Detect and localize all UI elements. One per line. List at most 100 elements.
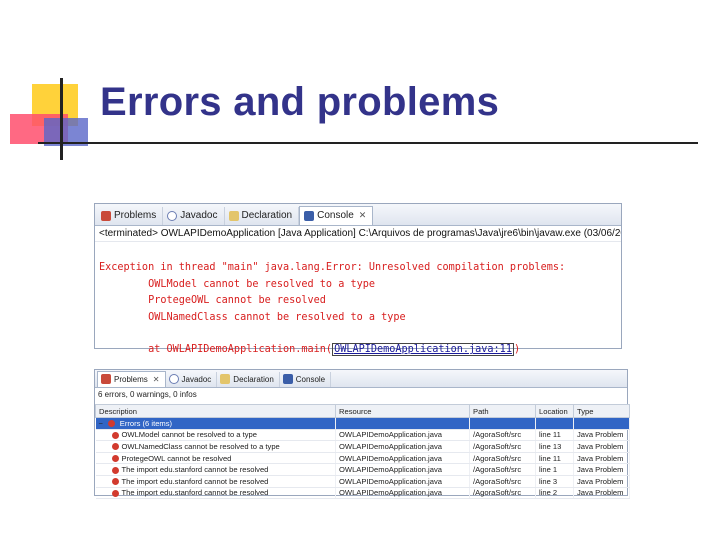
console-line: Exception in thread "main" java.lang.Err… [99, 262, 566, 274]
horizontal-rule [38, 142, 698, 144]
tab-label: Problems [114, 374, 148, 384]
console-line: at OWLAPIDemoApplication.main(OWLAPIDemo… [99, 342, 617, 358]
vertical-rule [60, 78, 63, 160]
table-cell: Java Problem [573, 463, 630, 476]
cell-text: OWLAPIDemoApplication.java [339, 476, 442, 486]
cell-text: Java Problem [577, 476, 624, 486]
table-cell: Java Problem [573, 475, 630, 488]
column-header-resource[interactable]: Resource [335, 404, 470, 418]
console-line: OWLNamedClass cannot be resolved to a ty… [99, 311, 406, 323]
cell-text: Java Problem [577, 488, 624, 498]
tab-declaration[interactable]: Declaration [217, 372, 280, 387]
tab-javadoc[interactable]: Javadoc [163, 207, 225, 225]
cell-text: /AgoraSoft/src [473, 453, 522, 463]
column-header-type[interactable]: Type [573, 404, 630, 418]
table-row[interactable]: The import edu.stanford cannot be resolv… [95, 463, 630, 476]
javadoc-icon [167, 210, 178, 221]
tab-label: Javadoc [180, 210, 218, 221]
problems-tabbar: Problems ✕ Javadoc Declaration Console [95, 370, 627, 388]
slide-title: Errors and problems [100, 80, 500, 124]
table-row[interactable]: OWLNamedClass cannot be resolved to a ty… [95, 440, 630, 453]
table-row[interactable]: ProtegeOWL cannot be resolved OWLAPIDemoA… [95, 452, 630, 465]
console-line: ProtegeOWL cannot be resolved [99, 295, 326, 307]
cell-text: ProtegeOWL cannot be resolved [121, 453, 232, 463]
table-cell: OWLAPIDemoApplication.java [335, 440, 470, 453]
cell-text: Java Problem [577, 441, 624, 451]
table-row[interactable]: The import edu.stanford cannot be resolv… [95, 475, 630, 488]
tab-problems[interactable]: Problems [97, 207, 164, 225]
console-tabbar: Problems Javadoc Declaration Console ✕ [95, 204, 621, 226]
cell-text: OWLAPIDemoApplication.java [339, 453, 442, 463]
console-header: <terminated> OWLAPIDemoApplication [Java… [95, 226, 621, 242]
table-cell: line 1 [535, 463, 574, 476]
tab-label: Console [295, 374, 326, 384]
column-header-path[interactable]: Path [469, 404, 536, 418]
table-cell: /AgoraSoft/src [469, 452, 536, 465]
table-cell [335, 417, 470, 430]
stack-trace-link[interactable]: OWLAPIDemoApplication.java:11 [332, 343, 514, 357]
error-icon [111, 466, 119, 474]
problems-panel: Problems ✕ Javadoc Declaration Console 6… [94, 369, 630, 500]
column-header-location[interactable]: Location [535, 404, 574, 418]
error-icon [107, 420, 115, 428]
console-panel: Problems Javadoc Declaration Console ✕ <… [94, 203, 622, 357]
problems-summary: 6 errors, 0 warnings, 0 infos [98, 390, 197, 399]
table-group-row[interactable]: − Errors (6 items) [95, 417, 630, 430]
tab-problems[interactable]: Problems ✕ [97, 371, 166, 387]
table-cell: line 11 [535, 452, 574, 465]
table-cell: Java Problem [573, 452, 630, 465]
group-label: Errors (6 items) [119, 418, 173, 428]
table-cell: /AgoraSoft/src [469, 440, 536, 453]
table-cell: OWLNamedClass cannot be resolved to a ty… [95, 440, 336, 453]
collapse-icon[interactable]: − [99, 419, 106, 428]
stack-prefix: at OWLAPIDemoApplication.main( [99, 344, 333, 356]
tab-javadoc[interactable]: Javadoc [166, 372, 218, 387]
cell-text: The import edu.stanford cannot be resolv… [121, 465, 269, 475]
table-cell: OWLAPIDemoApplication.java [335, 475, 470, 488]
table-row[interactable]: The import edu.stanford cannot be resolv… [95, 487, 630, 500]
cell-text: Java Problem [577, 453, 624, 463]
table-cell: line 2 [535, 487, 574, 500]
cell-text: Java Problem [577, 465, 624, 475]
table-row[interactable]: OWLModel cannot be resolved to a type OWL… [95, 429, 630, 442]
tab-console[interactable]: Console ✕ [299, 206, 374, 225]
cell-text: line 1 [539, 465, 558, 475]
problems-table: Description Resource Path Location Type … [95, 404, 630, 500]
error-icon [111, 443, 119, 451]
problems-table-body: − Errors (6 items) OWLModel cannot be re… [95, 417, 630, 500]
table-cell: Java Problem [573, 440, 630, 453]
table-cell: Java Problem [573, 429, 630, 442]
cell-text: line 3 [539, 476, 558, 486]
table-cell [535, 417, 574, 430]
cell-text: line 13 [539, 441, 562, 451]
tab-label: Declaration [233, 374, 274, 384]
table-cell: line 13 [535, 440, 574, 453]
tab-declaration[interactable]: Declaration [225, 207, 300, 225]
close-icon[interactable]: ✕ [153, 375, 160, 384]
table-cell [573, 417, 630, 430]
cell-text: OWLModel cannot be resolved to a type [121, 430, 258, 440]
error-icon [111, 478, 119, 486]
table-cell: OWLAPIDemoApplication.java [335, 487, 470, 500]
error-icon [111, 455, 119, 463]
table-cell: OWLAPIDemoApplication.java [335, 452, 470, 465]
stack-suffix: ) [513, 344, 521, 356]
table-cell: /AgoraSoft/src [469, 475, 536, 488]
close-icon[interactable]: ✕ [359, 210, 367, 221]
tab-console[interactable]: Console [280, 372, 332, 387]
table-cell: line 11 [535, 429, 574, 442]
cell-text: /AgoraSoft/src [473, 476, 522, 486]
console-line: OWLModel cannot be resolved to a type [99, 278, 376, 290]
table-cell: /AgoraSoft/src [469, 463, 536, 476]
tab-label: Javadoc [181, 374, 212, 384]
column-header-description[interactable]: Description [95, 404, 336, 418]
cell-text: line 11 [539, 453, 561, 463]
declaration-icon [228, 210, 239, 221]
table-cell: The import edu.stanford cannot be resolv… [95, 475, 336, 488]
table-cell: The import edu.stanford cannot be resolv… [95, 463, 336, 476]
table-cell: The import edu.stanford cannot be resolv… [95, 487, 336, 500]
cell-text: /AgoraSoft/src [473, 430, 522, 440]
error-icon [111, 431, 119, 439]
cell-text: line 2 [539, 488, 558, 498]
